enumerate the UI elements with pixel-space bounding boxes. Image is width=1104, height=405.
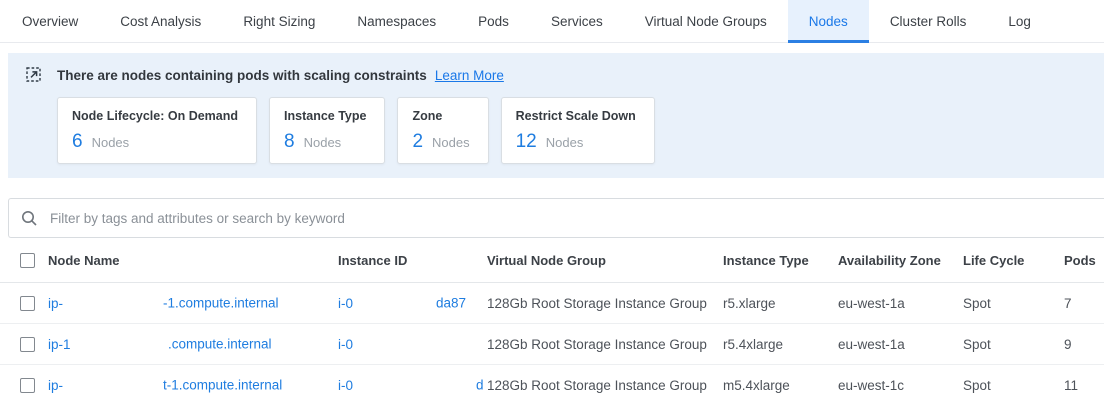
card-instance-type[interactable]: Instance Type 8 Nodes (269, 97, 385, 164)
table-header: Node Name Instance ID Virtual Node Group… (0, 238, 1104, 283)
node-name-link[interactable]: ip- (48, 378, 63, 393)
col-instance-id: Instance ID (338, 253, 487, 268)
tab-log[interactable]: Log (987, 0, 1052, 42)
tab-pods[interactable]: Pods (457, 0, 530, 42)
card-unit: Nodes (304, 135, 342, 150)
learn-more-link[interactable]: Learn More (435, 68, 504, 83)
nodes-table: Node Name Instance ID Virtual Node Group… (0, 238, 1104, 405)
banner-message: There are nodes containing pods with sca… (57, 68, 427, 83)
instance-id-cell: i-0 d (338, 365, 487, 405)
scaling-constraint-icon (25, 66, 43, 84)
filter-bar (8, 198, 1104, 238)
node-name-cell: ip- t-1.compute.internal (48, 365, 338, 405)
card-label: Zone (412, 109, 469, 123)
tab-nodes[interactable]: Nodes (788, 0, 869, 42)
search-icon (21, 210, 38, 227)
pods-cell: 7 (1064, 296, 1104, 311)
tab-cluster-rolls[interactable]: Cluster Rolls (869, 0, 988, 42)
card-count: 2 (412, 132, 423, 151)
instance-id-link[interactable]: d (476, 378, 484, 393)
tab-right-sizing[interactable]: Right Sizing (222, 0, 336, 42)
card-label: Node Lifecycle: On Demand (72, 109, 238, 123)
pods-cell: 9 (1064, 337, 1104, 352)
filter-search-input[interactable] (48, 210, 1092, 227)
instance-id-cell: i-0 da87 (338, 283, 487, 323)
table-row: ip-1 .compute.internal i-0 128Gb Root St… (0, 324, 1104, 365)
card-label: Instance Type (284, 109, 366, 123)
node-name-link[interactable]: ip- (48, 296, 63, 311)
instance-id-link[interactable]: da87 (436, 296, 466, 311)
table-row: ip- -1.compute.internal i-0 da87 128Gb R… (0, 283, 1104, 324)
virtual-node-group-cell: 128Gb Root Storage Instance Group (487, 296, 723, 311)
life-cycle-cell: Spot (963, 378, 1064, 393)
node-name-cell: ip- -1.compute.internal (48, 283, 338, 323)
tab-virtual-node-groups[interactable]: Virtual Node Groups (624, 0, 788, 42)
pods-cell: 11 (1064, 378, 1104, 393)
life-cycle-cell: Spot (963, 337, 1064, 352)
availability-zone-cell: eu-west-1a (838, 337, 963, 352)
instance-id-cell: i-0 (338, 324, 487, 364)
row-checkbox[interactable] (20, 337, 35, 352)
select-all-checkbox[interactable] (20, 253, 35, 268)
availability-zone-cell: eu-west-1a (838, 296, 963, 311)
virtual-node-group-cell: 128Gb Root Storage Instance Group (487, 378, 723, 393)
card-count: 8 (284, 132, 295, 151)
col-availability-zone: Availability Zone (838, 253, 963, 268)
instance-type-cell: r5.4xlarge (723, 337, 838, 352)
instance-id-link[interactable]: i-0 (338, 296, 353, 311)
col-pods: Pods (1064, 253, 1104, 268)
card-unit: Nodes (432, 135, 470, 150)
scaling-constraints-banner: There are nodes containing pods with sca… (8, 53, 1104, 178)
card-unit: Nodes (92, 135, 130, 150)
node-name-link[interactable]: t-1.compute.internal (163, 378, 282, 393)
table-row: ip- t-1.compute.internal i-0 d 128Gb Roo… (0, 365, 1104, 405)
tab-overview[interactable]: Overview (1, 0, 99, 42)
virtual-node-group-cell: 128Gb Root Storage Instance Group (487, 337, 723, 352)
card-count: 6 (72, 132, 83, 151)
constraint-cards: Node Lifecycle: On Demand 6 Nodes Instan… (57, 97, 1104, 164)
tab-bar: Overview Cost Analysis Right Sizing Name… (0, 0, 1104, 43)
node-name-link[interactable]: .compute.internal (168, 337, 272, 352)
col-instance-type: Instance Type (723, 253, 838, 268)
node-name-cell: ip-1 .compute.internal (48, 324, 338, 364)
row-checkbox[interactable] (20, 378, 35, 393)
card-count: 12 (516, 132, 537, 151)
card-node-lifecycle-on-demand[interactable]: Node Lifecycle: On Demand 6 Nodes (57, 97, 257, 164)
life-cycle-cell: Spot (963, 296, 1064, 311)
card-zone[interactable]: Zone 2 Nodes (397, 97, 488, 164)
tab-namespaces[interactable]: Namespaces (336, 0, 457, 42)
card-unit: Nodes (546, 135, 584, 150)
instance-id-link[interactable]: i-0 (338, 337, 353, 352)
node-name-link[interactable]: -1.compute.internal (163, 296, 279, 311)
card-restrict-scale-down[interactable]: Restrict Scale Down 12 Nodes (501, 97, 655, 164)
availability-zone-cell: eu-west-1c (838, 378, 963, 393)
col-node-name: Node Name (48, 253, 338, 268)
instance-type-cell: m5.4xlarge (723, 378, 838, 393)
instance-type-cell: r5.xlarge (723, 296, 838, 311)
tab-cost-analysis[interactable]: Cost Analysis (99, 0, 222, 42)
instance-id-link[interactable]: i-0 (338, 378, 353, 393)
node-name-link[interactable]: ip-1 (48, 337, 71, 352)
tab-services[interactable]: Services (530, 0, 624, 42)
col-life-cycle: Life Cycle (963, 253, 1064, 268)
col-virtual-node-group: Virtual Node Group (487, 253, 723, 268)
card-label: Restrict Scale Down (516, 109, 636, 123)
row-checkbox[interactable] (20, 296, 35, 311)
